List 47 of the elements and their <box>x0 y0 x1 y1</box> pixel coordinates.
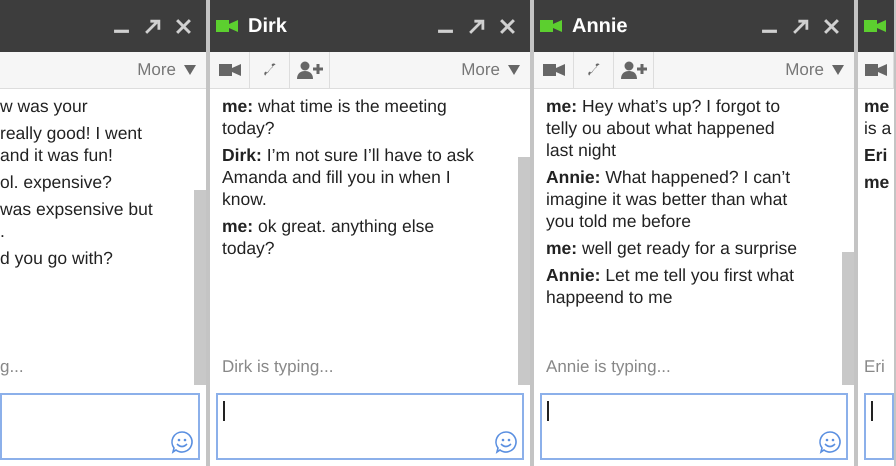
chat-message: Annie: Let me tell you first what happeend to me <box>546 264 796 308</box>
scrollbar-thumb[interactable] <box>518 157 530 385</box>
pop-out-icon[interactable] <box>144 18 161 34</box>
message-input-field[interactable] <box>0 393 200 460</box>
chat-message: me: Hey what’s up? I forgot to telly ou about what happened last night <box>546 95 782 161</box>
chat-message: me: ok great. anything else today? <box>222 215 436 259</box>
window-title: Annie <box>572 14 628 38</box>
caret-icon <box>832 65 844 75</box>
more-menu-button[interactable]: More <box>775 52 854 88</box>
chat-message: d you go with? <box>0 247 114 269</box>
window-title: Dirk <box>248 14 287 38</box>
message-input-field[interactable] <box>540 393 848 460</box>
more-menu-button[interactable]: More <box>451 52 530 88</box>
video-camera-icon <box>864 62 886 78</box>
typing-indicator: Dirk is typing... <box>222 357 334 377</box>
scrollbar-thumb[interactable] <box>842 252 854 385</box>
typing-indicator: Eri <box>864 357 886 377</box>
smiley-icon[interactable] <box>494 430 518 454</box>
add-person-icon <box>620 60 648 80</box>
close-icon[interactable] <box>499 18 516 34</box>
chat-message: Dirk: I’m not sure I’ll have to ask Amanda and fill you in when I know. <box>222 144 475 210</box>
more-menu-button[interactable]: More <box>127 52 206 88</box>
smiley-icon[interactable] <box>818 430 842 454</box>
typing-indicator: Annie is typing... <box>546 357 672 377</box>
message-input-field[interactable] <box>216 393 524 460</box>
chat-message: ol. expensive? <box>0 171 113 193</box>
message-input-field[interactable] <box>864 393 894 460</box>
chat-message: Eri <box>864 144 888 166</box>
caret-icon <box>184 65 196 75</box>
caret-icon <box>508 65 520 75</box>
chat-message: really good! I went and it was fun! <box>0 122 144 166</box>
close-icon[interactable] <box>175 18 192 34</box>
video-camera-icon <box>542 62 564 78</box>
pop-out-icon[interactable] <box>792 18 809 34</box>
chat-message: w was your <box>0 95 89 117</box>
smiley-icon[interactable] <box>170 430 194 454</box>
scrollbar-thumb[interactable] <box>194 190 206 385</box>
close-icon[interactable] <box>823 18 840 34</box>
chat-message: me: well get ready for a surprise <box>546 237 798 259</box>
typing-indicator: g... <box>0 357 25 377</box>
add-person-icon <box>296 60 324 80</box>
chat-message: me is a <box>864 95 892 139</box>
chat-message: me: what time is the meeting today? <box>222 95 448 139</box>
pop-out-icon[interactable] <box>468 18 485 34</box>
video-camera-icon <box>218 62 240 78</box>
chat-message: me <box>864 171 890 193</box>
chat-message: was expsensive but . <box>0 198 154 242</box>
